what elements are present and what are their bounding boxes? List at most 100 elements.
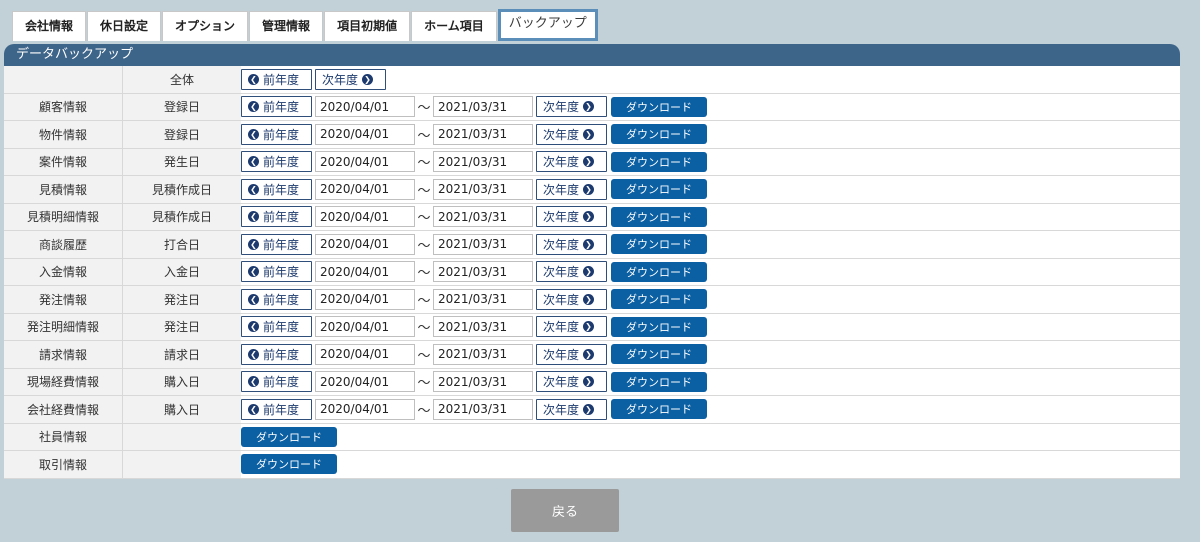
chevron-left-circle-icon: ❮ — [248, 183, 259, 195]
download-button[interactable]: ダウンロード — [611, 179, 707, 200]
next-year-button[interactable]: 次年度 ❯ — [536, 398, 607, 420]
date-to-input[interactable] — [433, 371, 533, 393]
download-button[interactable]: ダウンロード — [611, 124, 707, 145]
date-from-input[interactable] — [315, 206, 415, 228]
download-button[interactable]: ダウンロード — [611, 234, 707, 255]
date-to-input[interactable] — [433, 123, 533, 145]
next-year-button[interactable]: 次年度 ❯ — [536, 206, 607, 228]
range-separator: ～ — [417, 321, 431, 337]
download-button[interactable]: ダウンロード — [611, 316, 707, 337]
row-name: 社員情報 — [4, 423, 123, 451]
download-button[interactable]: ダウンロード — [241, 454, 337, 475]
next-year-button[interactable]: 次年度 ❯ — [536, 261, 607, 283]
tab-management-info[interactable]: 管理情報 — [249, 11, 324, 41]
prev-year-button[interactable]: ❮ 前年度 — [241, 288, 312, 310]
date-to-input[interactable] — [433, 178, 533, 200]
next-year-button[interactable]: 次年度 ❯ — [536, 288, 607, 310]
tab-home-items[interactable]: ホーム項目 — [411, 11, 497, 41]
row-date-field: 登録日 — [122, 120, 241, 149]
panel-title: データバックアップ — [4, 44, 1180, 66]
date-from-input[interactable] — [315, 343, 415, 365]
tab-options[interactable]: オプション — [162, 11, 249, 41]
prev-year-button[interactable]: ❮ 前年度 — [241, 151, 312, 173]
back-button[interactable]: 戻る — [511, 489, 619, 532]
prev-year-button[interactable]: ❮ 前年度 — [241, 96, 312, 118]
date-to-input[interactable] — [433, 288, 533, 310]
row-name: 見積明細情報 — [4, 203, 123, 231]
chevron-left-circle-icon: ❮ — [248, 321, 259, 333]
chevron-left-circle-icon: ❮ — [248, 73, 259, 85]
all-prev-year-button[interactable]: ❮ 前年度 — [241, 68, 312, 90]
date-from-input[interactable] — [315, 233, 415, 255]
prev-year-button[interactable]: ❮ 前年度 — [241, 233, 312, 255]
chevron-left-circle-icon: ❮ — [248, 293, 259, 305]
next-year-button[interactable]: 次年度 ❯ — [536, 316, 607, 338]
table-row: 案件情報発生日❮前年度 ～ 次年度❯ダウンロード — [4, 148, 1180, 176]
tab-company-info[interactable]: 会社情報 — [12, 11, 87, 41]
prev-year-button[interactable]: ❮ 前年度 — [241, 371, 312, 393]
next-year-button[interactable]: 次年度 ❯ — [536, 343, 607, 365]
backup-table: 全体 ❮ 前年度 次年度 ❯ 顧客情報登録日❮前年度～次年度❯ダウンロード物件情… — [4, 66, 1180, 479]
download-button[interactable]: ダウンロード — [611, 96, 707, 117]
next-year-button[interactable]: 次年度 ❯ — [536, 151, 607, 173]
date-from-input[interactable] — [315, 316, 415, 338]
prev-year-button[interactable]: ❮ 前年度 — [241, 261, 312, 283]
prev-year-button[interactable]: ❮ 前年度 — [241, 316, 312, 338]
download-button[interactable]: ダウンロード — [241, 426, 337, 447]
table-row: 現場経費情報購入日❮前年度 ～ 次年度❯ダウンロード — [4, 368, 1180, 396]
prev-year-button[interactable]: ❮ 前年度 — [241, 123, 312, 145]
row-date-field: 発注日 — [122, 313, 241, 341]
next-year-button[interactable]: 次年度 ❯ — [536, 233, 607, 255]
date-from-input[interactable] — [315, 288, 415, 310]
prev-year-button[interactable]: ❮ 前年度 — [241, 206, 312, 228]
date-to-input[interactable] — [433, 151, 533, 173]
download-button[interactable]: ダウンロード — [611, 206, 707, 227]
range-separator: ～ — [417, 211, 431, 227]
download-button[interactable]: ダウンロード — [611, 344, 707, 365]
date-from-input[interactable] — [315, 178, 415, 200]
tab-item-defaults[interactable]: 項目初期値 — [324, 11, 411, 41]
chevron-right-circle-icon: ❯ — [362, 73, 374, 85]
date-to-input[interactable] — [433, 261, 533, 283]
date-to-input[interactable] — [433, 316, 533, 338]
all-next-year-button[interactable]: 次年度 ❯ — [315, 68, 386, 90]
prev-year-button[interactable]: ❮ 前年度 — [241, 343, 312, 365]
chevron-right-circle-icon: ❯ — [583, 348, 595, 360]
date-from-input[interactable] — [315, 398, 415, 420]
date-to-input[interactable] — [433, 398, 533, 420]
date-to-input[interactable] — [433, 343, 533, 365]
table-row: 見積情報見積作成日❮前年度 ～ 次年度❯ダウンロード — [4, 175, 1180, 204]
download-button[interactable]: ダウンロード — [611, 151, 707, 172]
row-name: 発注明細情報 — [4, 313, 123, 341]
next-year-button[interactable]: 次年度 ❯ — [536, 371, 607, 393]
date-to-input[interactable] — [433, 233, 533, 255]
range-separator: ～ — [417, 403, 431, 419]
row-date-field: 打合日 — [122, 230, 241, 259]
chevron-left-circle-icon: ❮ — [248, 211, 259, 223]
range-separator: ～ — [417, 156, 431, 172]
prev-year-button[interactable]: ❮ 前年度 — [241, 398, 312, 420]
tab-holiday-settings[interactable]: 休日設定 — [87, 11, 162, 41]
next-year-button[interactable]: 次年度 ❯ — [536, 178, 607, 200]
download-button[interactable]: ダウンロード — [611, 399, 707, 420]
date-from-input[interactable] — [315, 96, 415, 118]
date-from-input[interactable] — [315, 371, 415, 393]
date-from-input[interactable] — [315, 123, 415, 145]
chevron-left-circle-icon: ❮ — [248, 403, 259, 415]
prev-year-button[interactable]: ❮ 前年度 — [241, 178, 312, 200]
row-date-field — [122, 450, 241, 479]
download-button[interactable]: ダウンロード — [611, 371, 707, 392]
date-from-input[interactable] — [315, 261, 415, 283]
date-from-input[interactable] — [315, 151, 415, 173]
tab-backup[interactable]: バックアップ — [497, 9, 598, 41]
row-date-field: 入金日 — [122, 258, 241, 286]
download-button[interactable]: ダウンロード — [611, 289, 707, 310]
row-date-field: 登録日 — [122, 93, 241, 121]
download-button[interactable]: ダウンロード — [611, 261, 707, 282]
date-to-input[interactable] — [433, 96, 533, 118]
next-year-button[interactable]: 次年度 ❯ — [536, 123, 607, 145]
row-name: 案件情報 — [4, 148, 123, 176]
range-separator: ～ — [417, 101, 431, 117]
date-to-input[interactable] — [433, 206, 533, 228]
next-year-button[interactable]: 次年度 ❯ — [536, 96, 607, 118]
